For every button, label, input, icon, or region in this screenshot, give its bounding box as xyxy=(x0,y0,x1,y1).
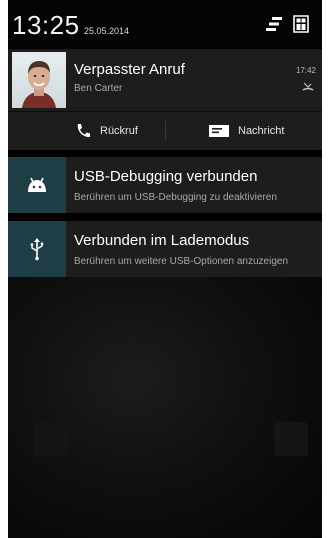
contact-photo-icon xyxy=(22,61,56,108)
usb-charging-subtitle: Berühren um weitere USB-Optionen anzuzei… xyxy=(74,256,289,267)
phone-screen: 13:25 25.05.2014 Verpasster Anruf Ben Ca… xyxy=(8,0,322,538)
caller-name: Ben Carter xyxy=(74,83,123,94)
status-bar: 13:25 25.05.2014 xyxy=(8,0,322,48)
usb-icon xyxy=(30,238,44,261)
missed-call-actions: Rückruf Nachricht xyxy=(8,112,322,150)
callback-button[interactable]: Rückruf xyxy=(74,112,138,150)
usb-charging-notification[interactable]: Verbunden im Lademodus Berühren um weite… xyxy=(8,221,322,277)
usb-debugging-notification[interactable]: USB-Debugging verbunden Berühren um USB-… xyxy=(8,157,322,213)
avatar xyxy=(12,52,66,108)
usb-debugging-title: USB-Debugging verbunden xyxy=(74,168,258,185)
status-clock: 13:25 xyxy=(12,10,80,40)
android-debug-icon xyxy=(28,177,46,192)
status-date: 25.05.2014 xyxy=(84,26,130,36)
home-screen-wallpaper xyxy=(8,272,322,538)
notification-icon-box xyxy=(8,221,66,277)
sim-icon xyxy=(293,15,309,33)
missed-call-notification[interactable]: Verpasster Anruf Ben Carter 17:42 xyxy=(8,49,322,111)
message-button[interactable]: Nachricht xyxy=(208,112,284,150)
phone-icon xyxy=(77,124,90,138)
usb-charging-title: Verbunden im Lademodus xyxy=(74,232,250,249)
usb-debug-icon xyxy=(266,17,282,31)
divider xyxy=(165,121,166,141)
home-app-icon xyxy=(274,422,308,456)
callback-label: Rückruf xyxy=(100,125,138,137)
home-app-icon xyxy=(34,422,68,456)
missed-call-title: Verpasster Anruf xyxy=(74,61,185,78)
usb-debugging-subtitle: Berühren um USB-Debugging zu deaktiviere… xyxy=(74,192,277,203)
message-label: Nachricht xyxy=(238,125,285,137)
notification-icon-box xyxy=(8,157,66,213)
missed-call-icon xyxy=(302,82,314,91)
notification-time: 17:42 xyxy=(295,66,316,75)
message-icon xyxy=(209,125,229,137)
